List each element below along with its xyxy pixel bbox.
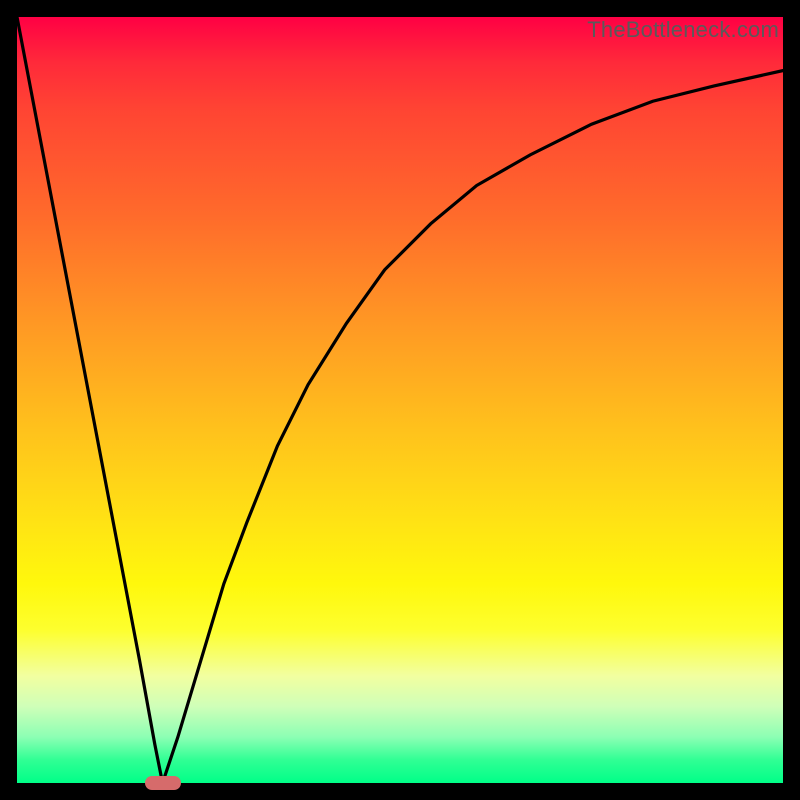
chart-frame: TheBottleneck.com: [0, 0, 800, 800]
plot-area: TheBottleneck.com: [17, 17, 783, 783]
curve-right-branch: [163, 71, 783, 783]
optimum-marker: [145, 776, 181, 790]
chart-curves: [17, 17, 783, 783]
curve-left-branch: [17, 17, 163, 783]
